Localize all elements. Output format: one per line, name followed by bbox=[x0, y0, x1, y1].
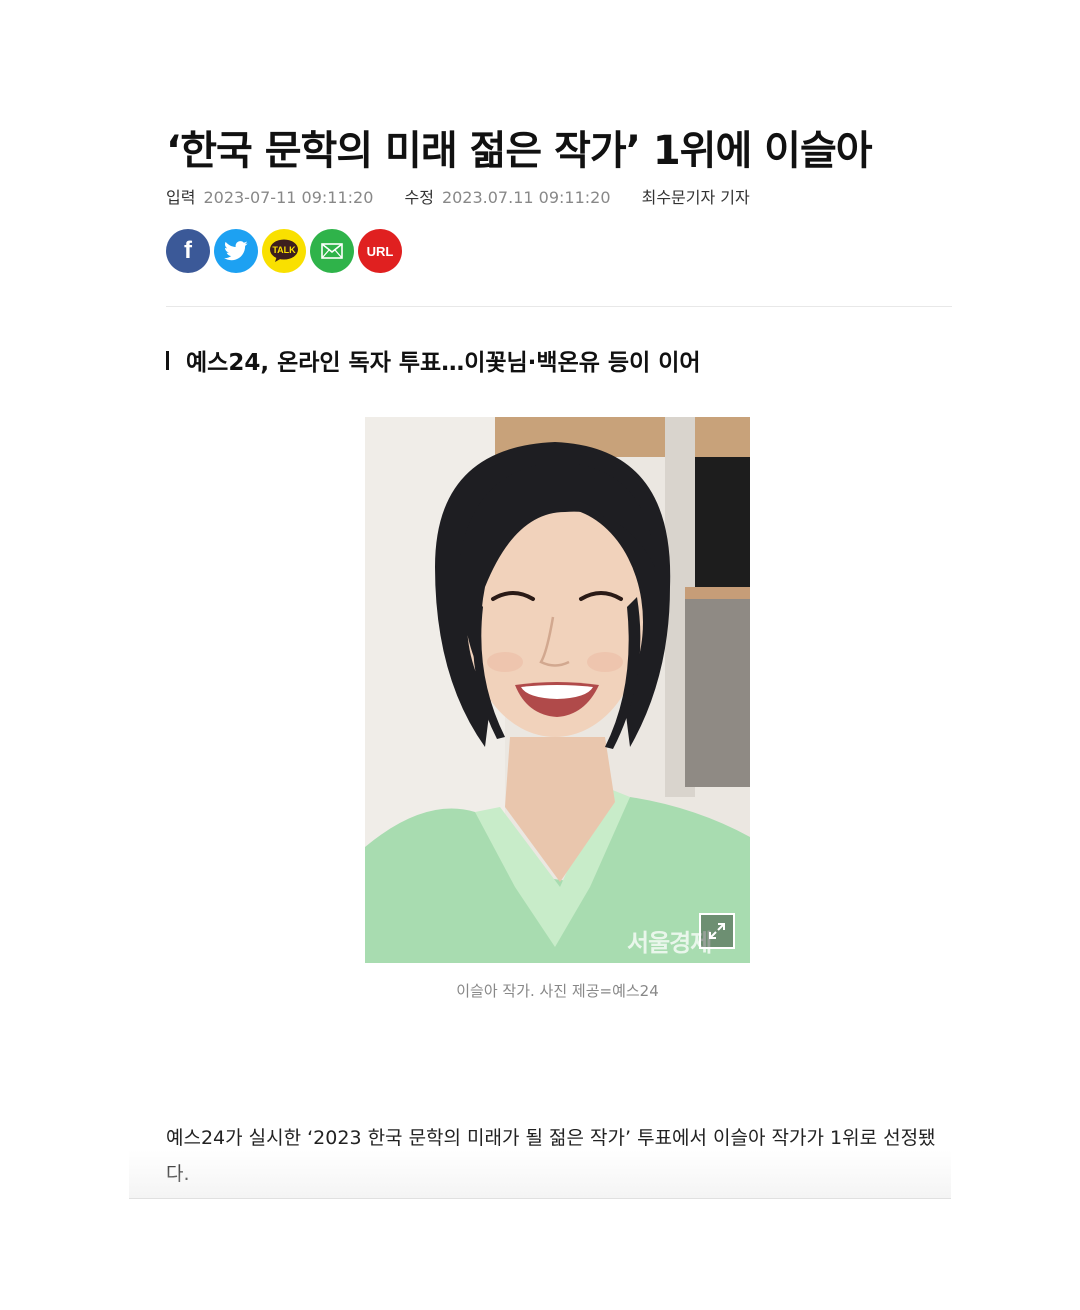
modified-time: 2023.07.11 09:11:20 bbox=[441, 188, 611, 207]
kakaotalk-icon: TALK bbox=[270, 239, 298, 262]
mail-icon bbox=[321, 243, 343, 259]
copy-url-button[interactable]: URL bbox=[358, 229, 402, 273]
facebook-share-button[interactable]: f bbox=[166, 229, 210, 273]
input-timestamp: 입력 2023-07-11 09:11:20 bbox=[166, 188, 378, 207]
input-label: 입력 bbox=[166, 188, 196, 207]
input-time: 2023-07-11 09:11:20 bbox=[203, 188, 374, 207]
article-meta: 입력 2023-07-11 09:11:20 수정 2023.07.11 09:11… bbox=[166, 184, 750, 208]
url-label: URL bbox=[366, 243, 394, 259]
kakao-talk-label: TALK bbox=[272, 245, 296, 255]
header-divider bbox=[166, 306, 952, 307]
expand-photo-button[interactable] bbox=[699, 913, 735, 949]
portrait-image bbox=[365, 417, 750, 963]
modified-timestamp: 수정 2023.07.11 09:11:20 bbox=[404, 188, 615, 207]
facebook-icon: f bbox=[184, 237, 192, 264]
reporter-name[interactable]: 최수문기자 기자 bbox=[642, 188, 750, 207]
twitter-icon bbox=[224, 241, 248, 261]
article-subheadline: 예스24, 온라인 독자 투표…이꽃님·백온유 등이 이어 bbox=[166, 343, 701, 377]
article-photo[interactable]: 서울경제 bbox=[365, 417, 750, 963]
share-buttons: f TALK URL bbox=[166, 229, 402, 273]
twitter-share-button[interactable] bbox=[214, 229, 258, 273]
content-fade-overlay bbox=[129, 1150, 951, 1199]
email-share-button[interactable] bbox=[310, 229, 354, 273]
expand-icon bbox=[709, 923, 725, 939]
kakaotalk-share-button[interactable]: TALK bbox=[262, 229, 306, 273]
article-headline: ‘한국 문학의 미래 젊은 작가’ 1위에 이슬아 bbox=[166, 128, 873, 174]
photo-caption: 이슬아 작가. 사진 제공=예스24 bbox=[456, 982, 659, 1000]
modified-label: 수정 bbox=[404, 188, 434, 207]
